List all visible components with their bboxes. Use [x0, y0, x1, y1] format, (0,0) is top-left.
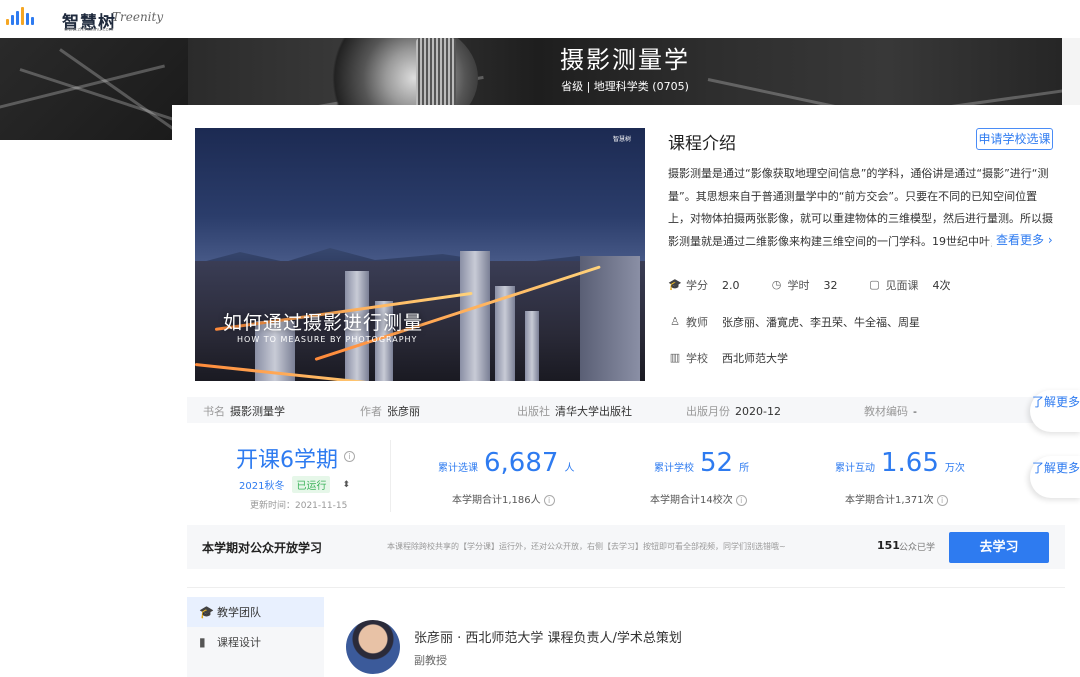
school-value[interactable]: 西北师范大学 [722, 350, 788, 366]
meet-value: 4次 [932, 279, 951, 292]
schools-label: 累计学校 [654, 463, 694, 474]
cover-title: 如何通过摄影进行测量 [223, 312, 424, 334]
info-icon[interactable]: i [344, 450, 355, 462]
sidebar-item-design[interactable]: ▮ 课程设计 [187, 627, 324, 657]
sidebar-item-label: 课程设计 [217, 636, 261, 649]
schools-sub: 本学期合计14校次 [650, 495, 733, 506]
logo-icon[interactable] [6, 7, 34, 25]
book-publisher: 清华大学出版社 [555, 405, 632, 418]
chat-icon: ▢ [869, 278, 880, 291]
course-title: 摄影测量学 [560, 46, 690, 74]
course-card: 智慧树 如何通过摄影进行测量 HOW TO MEASURE BY PHOTOGR… [172, 105, 1080, 677]
teacher-icon: ♙ [670, 315, 680, 328]
avatar[interactable] [346, 620, 400, 674]
interact-label: 累计互动 [835, 463, 875, 474]
go-study-button[interactable]: 去学习 [949, 532, 1049, 563]
meta-row-school: ▥ 学校 西北师范大学 [668, 350, 788, 366]
book-name-label: 书名 [203, 405, 225, 418]
book-code-label: 教材编码 [864, 405, 908, 418]
book-code: - [913, 405, 917, 418]
book-date-label: 出版月份 [686, 405, 730, 418]
book-publisher-label: 出版社 [517, 405, 550, 418]
graduation-cap-icon: 🎓 [668, 278, 682, 291]
brand-english: Treenity [112, 10, 164, 24]
cover-logo: 智慧树 [612, 136, 631, 143]
brand-url: www.zhihuishu.com [64, 27, 114, 33]
semesters-count: 开课6学期 [236, 448, 338, 473]
course-subtitle: 省级 | 地理科学类 (0705) [561, 80, 689, 93]
teacher-title: 副教授 [414, 654, 447, 667]
schools-value: 52 [700, 448, 734, 478]
teachers-value[interactable]: 张彦丽、潘寛虎、李丑荣、牛全福、周星 [722, 314, 920, 330]
sidebar: 🎓 教学团队 ▮ 课程设计 [187, 597, 324, 677]
book-author-label: 作者 [360, 405, 382, 418]
status-badge: 已运行 [292, 476, 331, 493]
textbook-bar: 书名 摄影测量学 作者 张彦丽 出版社 清华大学出版社 出版月份 2020-12 教材编… [187, 397, 1065, 423]
public-count-label: 公众已学 [899, 543, 936, 553]
credit-value: 2.0 [722, 278, 740, 292]
learn-more-float-button[interactable]: 了解更多 [1030, 390, 1080, 432]
sidebar-item-team[interactable]: 🎓 教学团队 [187, 597, 324, 627]
graduation-cap-icon: 🎓 [199, 605, 214, 619]
clock-icon: ◷ [771, 278, 782, 291]
term-name: 2021秋冬 [239, 481, 285, 492]
stats-panel: 开课6学期 i 2021秋冬 已运行 ⬍ 更新时间：2021-11-15 累计选课… [172, 430, 1080, 520]
intro-heading: 课程介绍 [668, 134, 736, 154]
book-author: 张彦丽 [387, 405, 420, 418]
teacher-name-line: 张彦丽 · 西北师范大学 课程负责人/学术总策划 [414, 631, 682, 646]
interact-sub: 本学期合计1,371次 [845, 495, 934, 506]
sort-toggle-icon[interactable]: ⬍ [342, 480, 350, 490]
enroll-value: 6,687 [484, 448, 559, 478]
public-study-title: 本学期对公众开放学习 [202, 541, 323, 555]
top-bar: 智慧树 www.zhihuishu.com Treenity [0, 0, 1080, 38]
public-study-desc: 本课程除跨校共享的【学分课】运行外，还对公众开放，右侧【去学习】按钮即可看全部视… [387, 542, 786, 551]
hours-label: 学时 [787, 279, 810, 292]
interact-unit: 万次 [944, 463, 965, 474]
meta-row-teachers: ♙ 教师 张彦丽、潘寛虎、李丑荣、牛全福、周星 [668, 314, 920, 330]
sidebar-item-label: 教学团队 [217, 606, 261, 619]
meet-label: 见面课 [885, 279, 919, 292]
enroll-label: 累计选课 [438, 463, 478, 474]
view-more-link[interactable]: 查看更多 › [992, 231, 1053, 248]
hours-value: 32 [823, 278, 838, 292]
hero-left-image [0, 38, 188, 140]
apply-school-button[interactable]: 申请学校选课 [976, 128, 1053, 150]
divider [187, 587, 1065, 588]
info-icon[interactable]: i [735, 494, 747, 506]
interact-value: 1.65 [881, 448, 939, 478]
cover-subtitle: HOW TO MEASURE BY PHOTOGRAPHY [237, 335, 418, 344]
school-icon: ▥ [669, 351, 681, 364]
credit-label: 学分 [686, 279, 708, 292]
info-icon[interactable]: i [936, 494, 948, 506]
teachers-label: 教师 [686, 316, 708, 329]
enroll-sub: 本学期合计1,186人 [452, 495, 541, 506]
divider [390, 440, 391, 512]
info-icon[interactable]: i [543, 494, 555, 506]
school-label: 学校 [686, 352, 708, 365]
enroll-unit: 人 [564, 463, 575, 474]
book-date: 2020-12 [735, 405, 781, 418]
update-time: 更新时间：2021-11-15 [250, 501, 348, 511]
learn-more-float-button[interactable]: 了解更多 [1030, 456, 1080, 498]
book-name: 摄影测量学 [230, 405, 285, 418]
public-study-bar: 本学期对公众开放学习 本课程除跨校共享的【学分课】运行外，还对公众开放，右侧【去… [187, 525, 1065, 569]
course-cover-image[interactable]: 智慧树 如何通过摄影进行测量 HOW TO MEASURE BY PHOTOGR… [195, 128, 645, 381]
schools-unit: 所 [739, 463, 750, 474]
public-count: 151 [877, 539, 900, 552]
meta-row-credits: 🎓 学分 2.0 ◷ 学时 32 ▢ 见面课 4次 [668, 277, 981, 293]
document-icon: ▮ [199, 635, 206, 649]
